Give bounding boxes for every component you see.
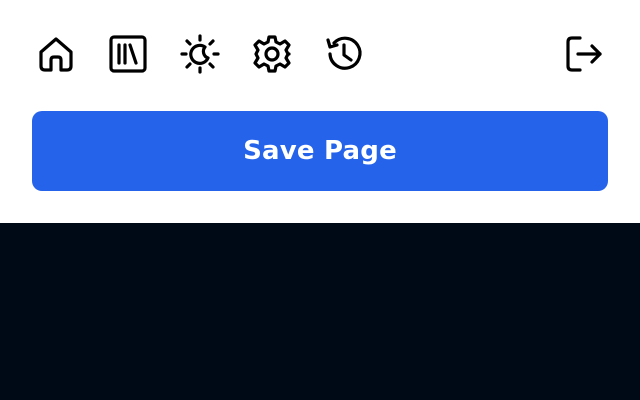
popup-panel: Save Page bbox=[0, 0, 640, 223]
toolbar bbox=[0, 0, 640, 110]
settings-button[interactable] bbox=[248, 30, 296, 78]
library-button[interactable] bbox=[104, 30, 152, 78]
gear-icon bbox=[253, 35, 291, 73]
page: Save Page bbox=[0, 0, 640, 400]
home-icon bbox=[39, 37, 73, 72]
theme-toggle-button[interactable] bbox=[176, 30, 224, 78]
history-button[interactable] bbox=[320, 30, 368, 78]
logout-icon bbox=[566, 36, 602, 72]
history-icon bbox=[326, 36, 362, 70]
theme-toggle-icon bbox=[180, 34, 220, 74]
home-button[interactable] bbox=[32, 30, 80, 78]
logout-button[interactable] bbox=[560, 30, 608, 78]
save-page-button[interactable]: Save Page bbox=[32, 111, 608, 191]
library-icon bbox=[109, 35, 147, 73]
